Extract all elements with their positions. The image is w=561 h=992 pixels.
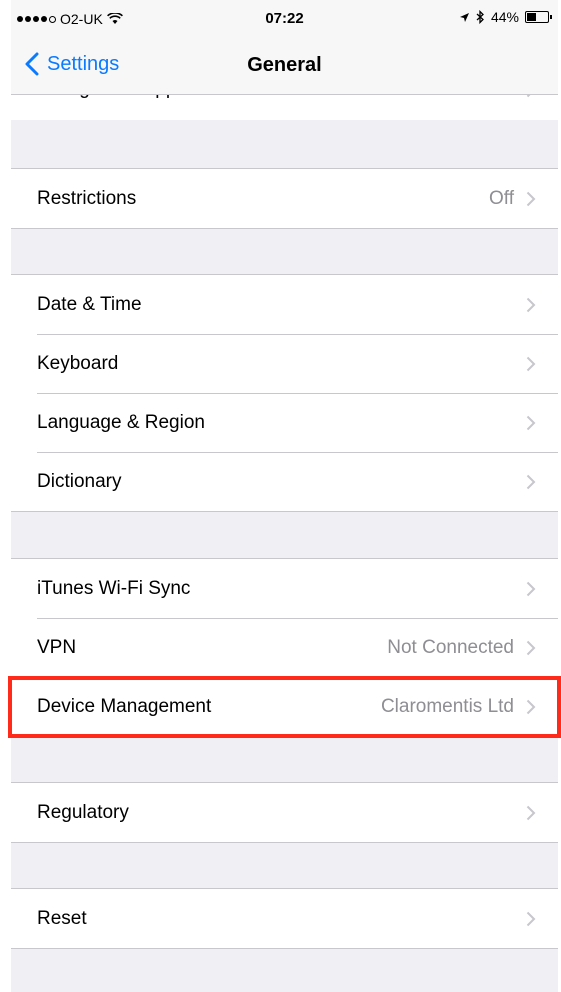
- status-right: 44%: [459, 9, 552, 25]
- row-label: Device Management: [37, 696, 212, 717]
- chevron-right-icon: [526, 640, 536, 656]
- row-value: Off: [489, 188, 514, 209]
- sync-vpn-group: iTunes Wi-Fi Sync VPN Not Connected Devi…: [11, 558, 558, 737]
- keyboard-row[interactable]: Keyboard: [11, 334, 558, 393]
- chevron-right-icon: [526, 191, 536, 207]
- row-label: iTunes Wi-Fi Sync: [37, 578, 191, 599]
- row-label: Restrictions: [37, 188, 137, 209]
- battery-percent: 44%: [490, 9, 519, 25]
- battery-icon: [525, 11, 549, 23]
- row-label: Dictionary: [37, 471, 122, 492]
- page-title: General: [247, 54, 322, 76]
- row-value: Not Connected: [387, 637, 514, 658]
- ios-screen: O2-UK 07:22 44% Background App Refresh: [11, 0, 558, 992]
- chevron-right-icon: [526, 581, 536, 597]
- restrictions-group: Restrictions Off: [11, 168, 558, 229]
- row-label: Language & Region: [37, 412, 205, 433]
- restrictions-row[interactable]: Restrictions Off: [11, 169, 558, 228]
- dictionary-row[interactable]: Dictionary: [11, 452, 558, 511]
- chevron-right-icon: [526, 474, 536, 490]
- chevron-right-icon: [526, 415, 536, 431]
- device-management-row[interactable]: Device Management Claromentis Ltd: [11, 677, 558, 736]
- navigation-bar: Settings General: [11, 42, 558, 95]
- battery-tip: [550, 15, 552, 19]
- row-label: Regulatory: [37, 802, 129, 823]
- chevron-right-icon: [526, 805, 536, 821]
- chevron-right-icon: [526, 699, 536, 715]
- reset-row[interactable]: Reset: [11, 889, 558, 948]
- bluetooth-icon: [476, 10, 484, 24]
- chevron-right-icon: [526, 911, 536, 927]
- location-arrow-icon: [459, 12, 469, 22]
- regulatory-group: Regulatory: [11, 782, 558, 843]
- row-label: VPN: [37, 637, 77, 658]
- row-label: Keyboard: [37, 353, 119, 374]
- vpn-row[interactable]: VPN Not Connected: [11, 618, 558, 677]
- date-keyboard-group: Date & Time Keyboard Language & Region D…: [11, 274, 558, 512]
- reset-group: Reset: [11, 888, 558, 949]
- date-time-row[interactable]: Date & Time: [11, 275, 558, 334]
- row-value: Claromentis Ltd: [380, 696, 514, 717]
- language-region-row[interactable]: Language & Region: [11, 393, 558, 452]
- row-label: Date & Time: [37, 294, 142, 315]
- row-label: Reset: [37, 908, 87, 929]
- regulatory-row[interactable]: Regulatory: [11, 783, 558, 842]
- chevron-right-icon: [526, 356, 536, 372]
- chevron-right-icon: [526, 297, 536, 313]
- status-bar: O2-UK 07:22 44%: [11, 0, 558, 42]
- itunes-wifi-sync-row[interactable]: iTunes Wi-Fi Sync: [11, 559, 558, 618]
